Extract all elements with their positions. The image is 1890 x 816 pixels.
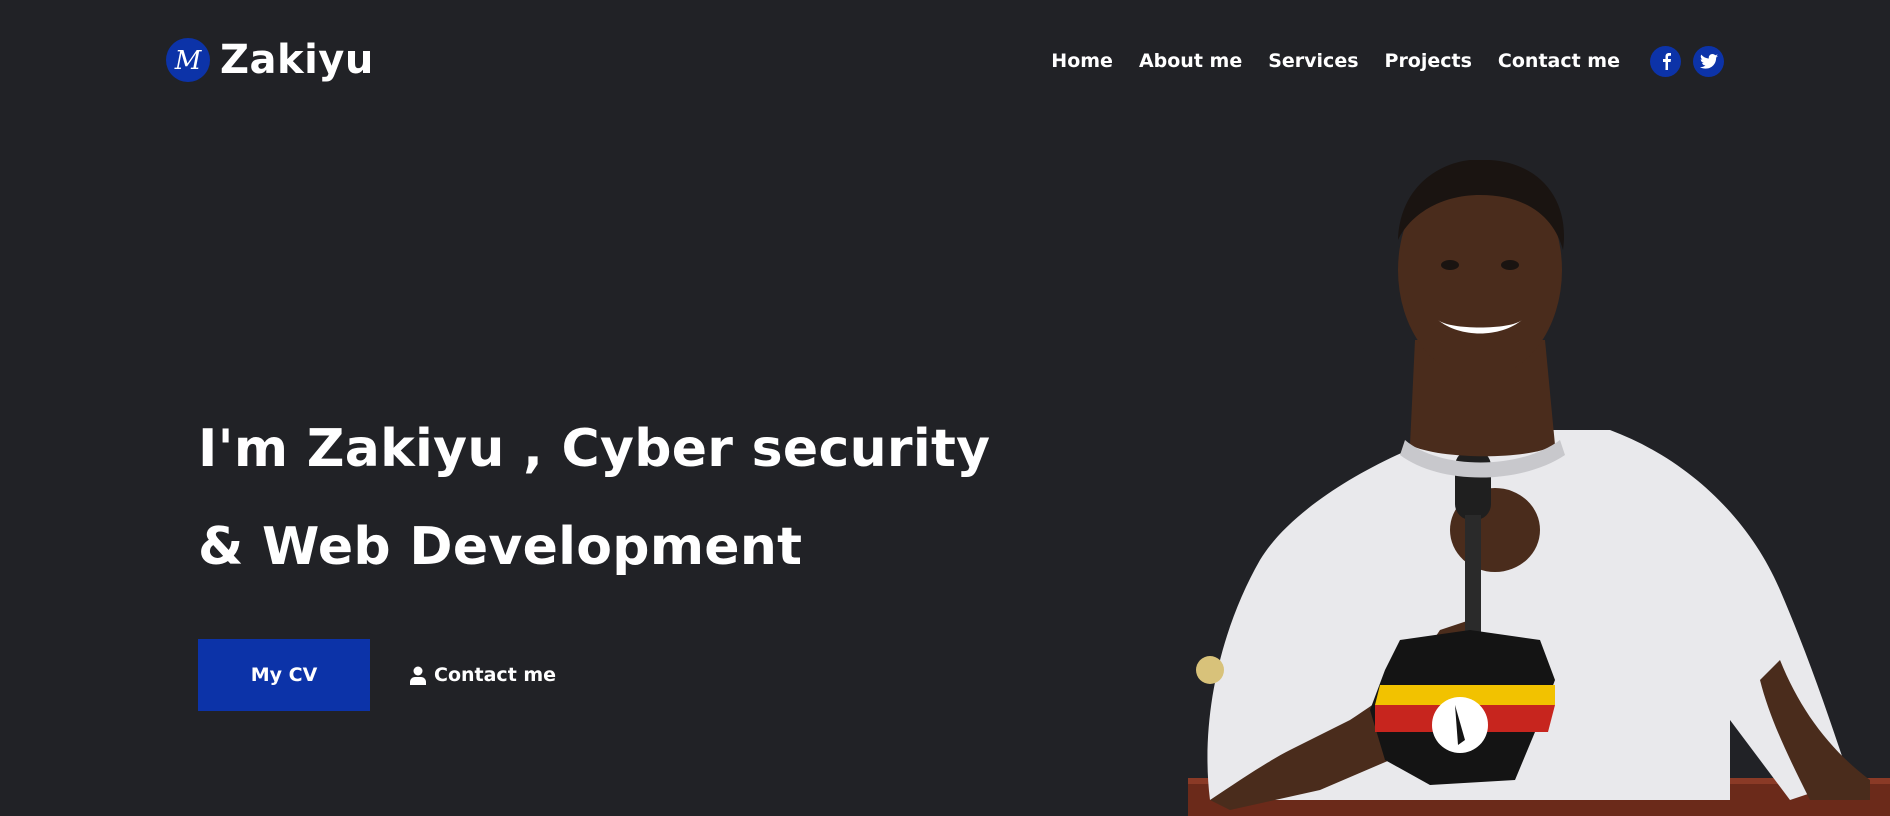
nav-item-projects[interactable]: Projects [1385,50,1472,72]
contact-me-link[interactable]: Contact me [410,664,556,686]
nav-item-about[interactable]: About me [1139,50,1242,72]
my-cv-button[interactable]: My CV [198,639,370,711]
nav-item-contact[interactable]: Contact me [1498,50,1620,72]
hero-portrait-image [1170,159,1890,816]
nav-item-services[interactable]: Services [1268,50,1358,72]
svg-text:M: M [174,46,203,76]
hero-title: I'm Zakiyu , Cyber security & Web Develo… [198,400,991,596]
twitter-icon[interactable] [1693,45,1724,77]
facebook-icon[interactable] [1650,45,1681,77]
contact-me-label: Contact me [434,664,557,686]
social-links [1650,45,1724,77]
hero-cta-row: My CV Contact me [198,639,556,711]
main-nav: Home About me Services Projects Contact … [1051,44,1724,78]
brand-logo-icon: M [166,38,210,82]
site-header: M Zakiyu Home About me Services Projects… [0,0,1890,120]
user-icon [410,666,426,685]
brand-name: Zakiyu [220,37,374,83]
nav-item-home[interactable]: Home [1051,50,1113,72]
hero-title-line-1: I'm Zakiyu , Cyber security [198,419,991,479]
hero-title-line-2: & Web Development [198,517,803,577]
brand[interactable]: M Zakiyu [166,36,374,84]
